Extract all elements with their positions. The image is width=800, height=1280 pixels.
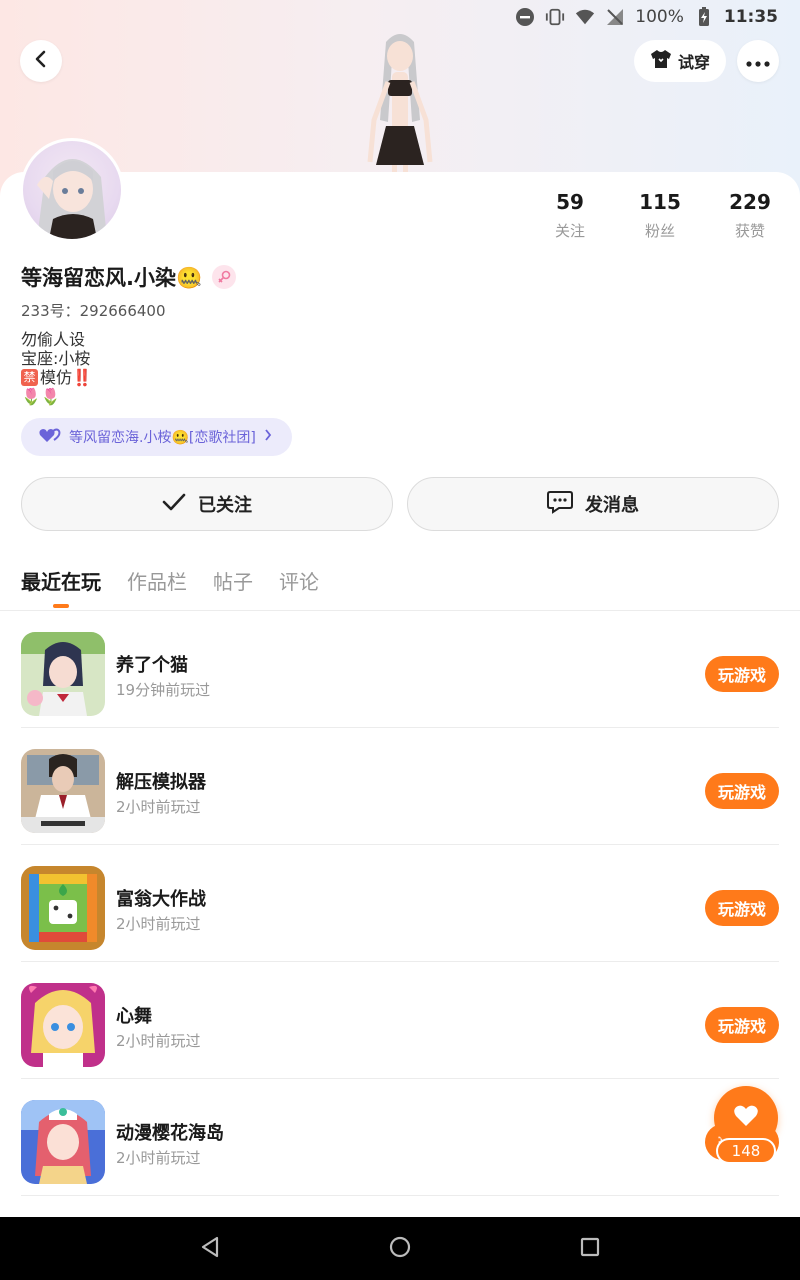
battery-percent: 100% [635, 7, 684, 27]
wifi-icon [575, 7, 595, 27]
last-played-time: 2小时前玩过 [116, 798, 201, 816]
checkmark-icon [162, 493, 186, 516]
stat-label: 粉丝 [644, 222, 675, 240]
bio-line: 宝座:小桉 [21, 349, 91, 368]
stat-following[interactable]: 59 关注 [525, 190, 615, 241]
tab-works[interactable]: 作品栏 [127, 566, 187, 595]
game-thumbnail[interactable] [21, 983, 105, 1067]
last-played-time: 2小时前玩过 [116, 1149, 201, 1167]
stat-label: 关注 [554, 222, 585, 240]
try-on-label: 试穿 [677, 53, 710, 72]
game-name: 养了个猫 [116, 655, 188, 676]
chevron-left-icon [32, 50, 50, 72]
no-signal-icon [605, 7, 625, 27]
stat-label: 获赞 [734, 222, 765, 240]
bio-line: 模仿‼️ [40, 368, 92, 387]
chat-bubble-icon [547, 490, 573, 519]
do-not-disturb-icon [515, 7, 535, 27]
game-name: 心舞 [116, 1006, 152, 1027]
hearts-icon [39, 427, 61, 447]
list-item[interactable]: 养了个猫 19分钟前玩过 玩游戏 [21, 611, 779, 728]
back-button[interactable] [20, 40, 62, 82]
send-message-button[interactable]: 发消息 [407, 477, 779, 531]
game-name: 解压模拟器 [116, 772, 206, 793]
stat-value: 59 [556, 190, 584, 214]
tab-posts[interactable]: 帖子 [213, 566, 253, 595]
game-thumbnail[interactable] [21, 866, 105, 950]
club-link[interactable]: 等风留恋海.小桉🤐[恋歌社团] [21, 418, 292, 456]
following-label: 已关注 [198, 495, 252, 516]
circle-home-icon [389, 1236, 411, 1262]
bio-line: 勿偷人设 [21, 330, 86, 349]
square-recents-icon [580, 1237, 600, 1261]
chevron-right-icon [264, 429, 272, 445]
clock: 11:35 [723, 7, 778, 27]
profile-stats: 59 关注 115 粉丝 229 获赞 [525, 190, 795, 241]
send-message-label: 发消息 [585, 495, 639, 516]
play-game-button[interactable]: 玩游戏 [705, 1007, 779, 1043]
play-game-button[interactable]: 玩游戏 [705, 656, 779, 692]
list-item[interactable]: 解压模拟器 2小时前玩过 玩游戏 [21, 728, 779, 845]
list-item[interactable]: 动漫樱花海岛 2小时前玩过 玩游戏 [21, 1079, 779, 1196]
nav-recents-button[interactable] [570, 1229, 610, 1269]
system-navigation-bar [0, 1217, 800, 1280]
more-options-button[interactable] [737, 40, 779, 82]
avatar[interactable] [20, 138, 124, 242]
game-thumbnail[interactable] [21, 1100, 105, 1184]
heart-icon [733, 1104, 759, 1132]
stat-likes[interactable]: 229 获赞 [705, 190, 795, 241]
game-name: 动漫樱花海岛 [116, 1123, 224, 1144]
stat-value: 229 [729, 190, 771, 214]
active-tab-indicator [53, 604, 69, 608]
username-row: 等海留恋风.小染🤐 [21, 262, 237, 292]
nav-back-button[interactable] [190, 1229, 230, 1269]
last-played-time: 2小时前玩过 [116, 915, 201, 933]
shirt-icon [650, 49, 672, 73]
female-gender-icon [212, 265, 237, 289]
profile-tabs: 最近在玩 作品栏 帖子 评论 [21, 566, 319, 595]
bio: 勿偷人设 宝座:小桉 禁 模仿‼️ 🌷🌷 [21, 330, 92, 406]
game-thumbnail[interactable] [21, 632, 105, 716]
club-name: 等风留恋海.小桉🤐[恋歌社团] [69, 430, 256, 446]
play-game-button[interactable]: 玩游戏 [705, 773, 779, 809]
nav-home-button[interactable] [380, 1229, 420, 1269]
tab-recently-played[interactable]: 最近在玩 [21, 566, 101, 595]
game-thumbnail[interactable] [21, 749, 105, 833]
status-bar: 100% 11:35 [0, 0, 800, 34]
more-dots-icon [746, 52, 770, 71]
stat-value: 115 [639, 190, 681, 214]
battery-charging-icon [694, 7, 714, 27]
triangle-back-icon [200, 1236, 220, 1262]
like-count: 148 [716, 1138, 776, 1164]
avatar-figure-image[interactable] [348, 30, 452, 175]
divider [21, 1195, 779, 1196]
bio-line-3: 禁 模仿‼️ [21, 368, 92, 387]
last-played-time: 19分钟前玩过 [116, 681, 211, 699]
try-on-button[interactable]: 试穿 [634, 40, 726, 82]
username: 等海留恋风.小染🤐 [21, 266, 203, 290]
list-item[interactable]: 心舞 2小时前玩过 玩游戏 [21, 962, 779, 1079]
following-button[interactable]: 已关注 [21, 477, 393, 531]
bio-line: 🌷🌷 [21, 387, 61, 406]
list-item[interactable]: 富翁大作战 2小时前玩过 玩游戏 [21, 845, 779, 962]
last-played-time: 2小时前玩过 [116, 1032, 201, 1050]
vibrate-icon [545, 7, 565, 27]
user-id: 233号：292666400 [21, 302, 166, 320]
tab-comments[interactable]: 评论 [279, 566, 319, 595]
stat-followers[interactable]: 115 粉丝 [615, 190, 705, 241]
ban-badge: 禁 [21, 369, 38, 386]
game-name: 富翁大作战 [116, 889, 206, 910]
play-game-button[interactable]: 玩游戏 [705, 890, 779, 926]
